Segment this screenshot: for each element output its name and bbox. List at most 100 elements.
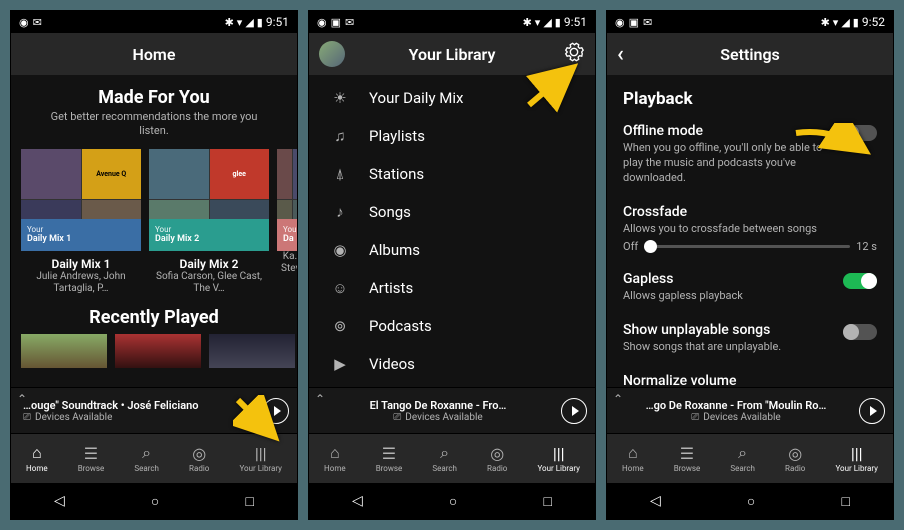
offline-mode-toggle[interactable] [843,125,877,141]
android-recent[interactable]: □ [543,493,551,510]
android-recent[interactable]: □ [245,493,253,510]
sun-icon: ☀ [329,89,351,107]
daily-mixes-row[interactable]: Avenue Q Your Daily Mix 1 Daily Mix 1 Ju… [11,149,297,295]
podcast-icon: ⊚ [329,317,351,335]
mix-artists: Ka… Stev… [277,251,297,275]
lib-videos[interactable]: ▶Videos [309,345,595,383]
mix-title: Daily Mix 2 [149,257,269,271]
nav-search[interactable]: ⌕Search [730,444,755,473]
play-button[interactable] [561,398,587,424]
status-bar: ◉ ✉ ✱ ▾ ◢ ▮ 9:51 [11,11,297,33]
nav-search[interactable]: ⌕Search [432,444,457,473]
crossfade-slider[interactable] [644,245,850,248]
android-home[interactable]: ○ [747,493,755,510]
video-icon: ▶ [329,355,351,373]
recently-played-card[interactable] [115,334,201,368]
battery-icon: ▮ [555,16,561,29]
nav-library[interactable]: |||Your Library [239,444,281,473]
clock: 9:52 [862,15,885,29]
lib-artists[interactable]: ☺Artists [309,269,595,307]
bottom-nav: ⌂Home ☰Browse ⌕Search ◎Radio |||Your Lib… [11,433,297,483]
setting-gapless: Gapless Allows gapless playback [623,271,877,304]
outlook-status-icon: ✉ [33,16,42,29]
search-icon: ⌕ [142,444,151,462]
avatar[interactable] [319,41,345,67]
phone-home: ◉ ✉ ✱ ▾ ◢ ▮ 9:51 Home Made For You Get b… [10,10,298,520]
lib-playlists[interactable]: ♫Playlists [309,117,595,155]
lib-albums[interactable]: ◉Albums [309,231,595,269]
nav-radio[interactable]: ◎Radio [487,444,507,473]
android-recent[interactable]: □ [841,493,849,510]
android-back[interactable]: ◁ [54,493,65,509]
nav-radio[interactable]: ◎Radio [189,444,209,473]
play-button[interactable] [263,398,289,424]
songs-icon: ♪ [329,203,351,221]
recently-played-row[interactable] [11,334,297,368]
mix-artists: Sofia Carson, Glee Cast, The V… [149,271,269,295]
settings-section-playback: Playback [623,89,877,109]
android-home[interactable]: ○ [449,493,457,510]
android-nav: ◁ ○ □ [607,483,893,519]
android-nav: ◁ ○ □ [11,483,297,519]
note-icon: ♫ [329,127,351,145]
nav-browse[interactable]: ☰Browse [674,444,701,473]
lib-songs[interactable]: ♪Songs [309,193,595,231]
android-back[interactable]: ◁ [650,493,661,509]
wifi-icon: ▾ [535,16,541,29]
nav-browse[interactable]: ☰Browse [78,444,105,473]
chevron-up-icon[interactable]: ⌃ [17,392,27,406]
lib-daily-mix[interactable]: ☀Your Daily Mix [309,79,595,117]
library-icon: ||| [851,444,863,462]
page-title: Your Library [409,45,496,64]
nav-browse[interactable]: ☰Browse [376,444,403,473]
bottom-nav: ⌂Home ☰Browse ⌕Search ◎Radio |||Your Lib… [309,433,595,483]
header: Your Library [309,33,595,75]
screenshot-status-icon: ▣ [331,16,341,29]
page-title: Settings [720,45,780,64]
gapless-toggle[interactable] [843,273,877,289]
recently-played-card[interactable] [21,334,107,368]
library-icon: ||| [255,444,267,462]
lib-podcasts[interactable]: ⊚Podcasts [309,307,595,345]
battery-icon: ▮ [853,16,859,29]
chevron-up-icon[interactable]: ⌃ [613,392,623,406]
play-button[interactable] [859,398,885,424]
mix-title: Daily Mix 1 [21,257,141,271]
back-button[interactable]: ‹ [617,42,624,67]
browse-icon: ☰ [84,444,98,462]
devices-available[interactable]: Devices Available [35,412,112,423]
nav-home[interactable]: ⌂Home [26,444,48,473]
devices-available[interactable]: Devices Available [703,412,780,423]
library-icon: ||| [553,444,565,462]
nav-home[interactable]: ⌂Home [622,444,644,473]
nav-home[interactable]: ⌂Home [324,444,346,473]
clock: 9:51 [266,15,289,29]
page-title: Home [133,45,176,64]
chevron-up-icon[interactable]: ⌃ [315,392,325,406]
recently-played-card[interactable] [209,334,295,368]
nav-library[interactable]: |||Your Library [537,444,579,473]
screenshot-status-icon: ▣ [629,16,639,29]
lib-stations[interactable]: ⍋Stations [309,155,595,193]
now-playing-bar[interactable]: ⌃ …ouge" Soundtrack • José Feliciano ⎚De… [11,387,297,433]
search-icon: ⌕ [440,444,449,462]
settings-button[interactable] [563,41,585,67]
clock: 9:51 [564,15,587,29]
daily-mix-card[interactable]: Your Da Ka… Stev… [277,149,297,295]
bluetooth-icon: ✱ [225,16,234,29]
now-playing-bar[interactable]: ⌃ El Tango De Roxanne - Fro… ⎚Devices Av… [309,387,595,433]
android-home[interactable]: ○ [151,493,159,510]
nav-search[interactable]: ⌕Search [134,444,159,473]
nav-library[interactable]: |||Your Library [835,444,877,473]
artist-icon: ☺ [329,279,351,297]
now-playing-bar[interactable]: ⌃ …go De Roxanne - From "Moulin Ro… ⎚Dev… [607,387,893,433]
devices-available[interactable]: Devices Available [405,412,482,423]
library-content: ☀Your Daily Mix ♫Playlists ⍋Stations ♪So… [309,75,595,387]
android-back[interactable]: ◁ [352,493,363,509]
section-title-made-for-you: Made For You [11,87,297,108]
wifi-icon: ▾ [833,16,839,29]
daily-mix-card[interactable]: glee Your Daily Mix 2 Daily Mix 2 Sofia … [149,149,269,295]
nav-radio[interactable]: ◎Radio [785,444,805,473]
unplayable-toggle[interactable] [843,324,877,340]
daily-mix-card[interactable]: Avenue Q Your Daily Mix 1 Daily Mix 1 Ju… [21,149,141,295]
